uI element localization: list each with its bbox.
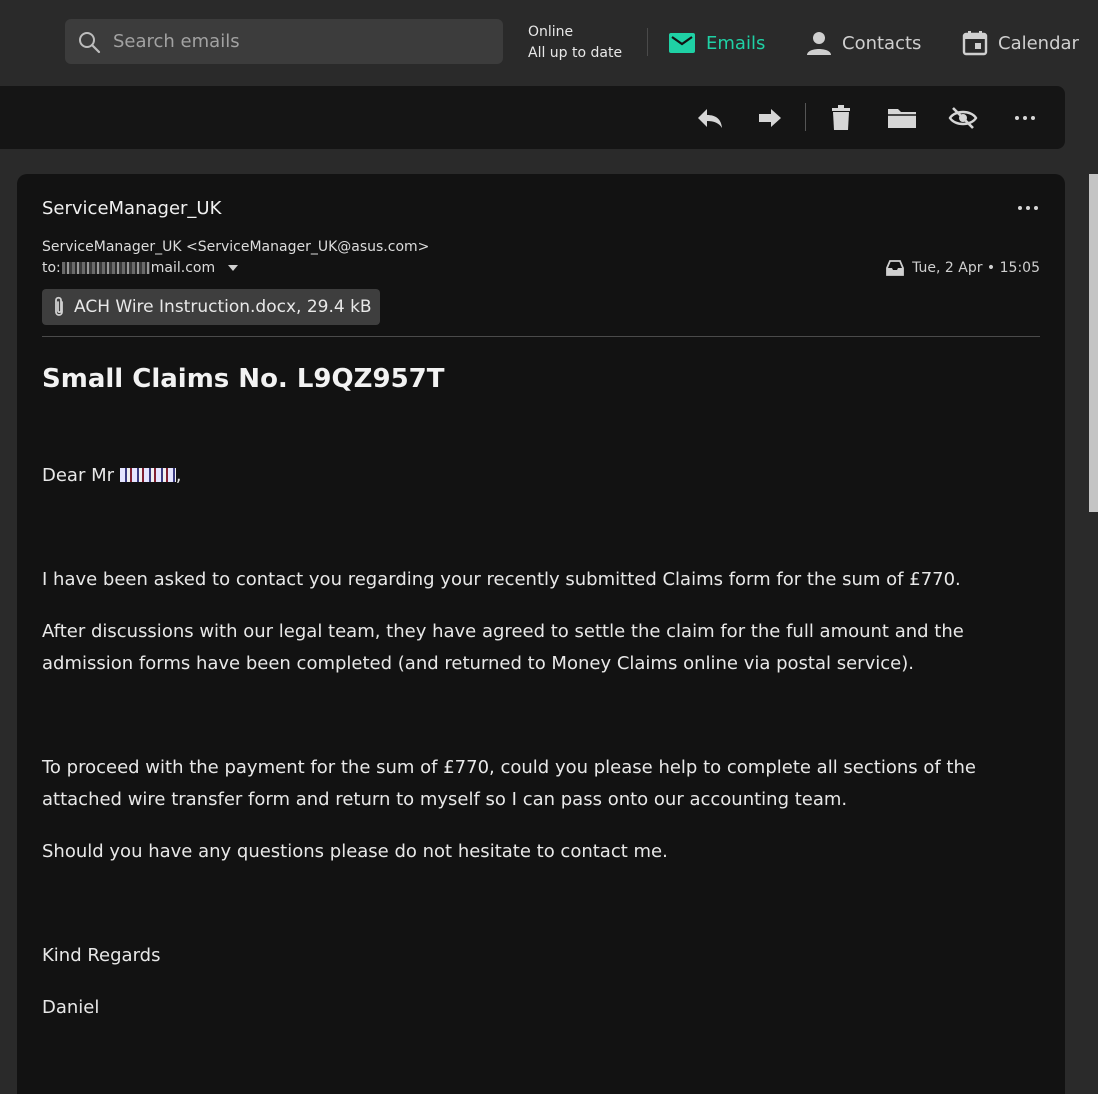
redacted-name [119,468,176,482]
scrollbar-thumb[interactable] [1089,174,1098,512]
nav-contacts-label: Contacts [842,32,922,54]
paperclip-icon [55,296,63,316]
forward-button[interactable] [755,103,785,133]
move-folder-button[interactable] [887,103,917,133]
date-text: Tue, 2 Apr • 15:05 [912,260,1040,276]
calendar-icon [962,31,988,56]
body-paragraph: Should you have any questions please do … [42,841,668,862]
email-view: ServiceManager_UK ServiceManager_UK <Ser… [17,174,1065,1094]
email-more-button[interactable] [1017,196,1039,215]
to-label: to: [42,260,61,276]
attachment-label: ACH Wire Instruction.docx, 29.4 kB [74,297,372,317]
body-paragraph: To proceed with the payment for the sum … [42,757,976,810]
nav-calendar[interactable]: Calendar [962,28,1079,58]
more-icon [1018,206,1038,210]
reply-button[interactable] [695,103,725,133]
top-bar: Online All up to date Emails Contacts Ca… [0,0,1098,86]
search-box[interactable] [65,19,503,64]
attachment-chip[interactable]: ACH Wire Instruction.docx, 29.4 kB [42,289,380,325]
trash-icon [832,105,850,130]
inbox-icon [886,260,904,276]
from-address: ServiceManager_UK <ServiceManager_UK@asu… [42,239,430,255]
greeting: Dear Mr , [42,465,182,486]
toolbar-divider [805,103,806,131]
eye-off-icon [948,107,978,129]
to-domain: mail.com [150,260,216,276]
more-actions-button[interactable] [1010,103,1040,133]
status-sync: All up to date [528,45,623,61]
email-subject: Small Claims No. L9QZ957T [42,364,445,394]
folder-icon [888,109,916,128]
mark-unread-button[interactable] [948,103,978,133]
chevron-down-icon[interactable] [227,264,239,272]
redacted-recipient [61,262,150,274]
search-icon [79,32,101,54]
email-body: Dear Mr , I have been asked to contact y… [42,460,1042,1044]
body-paragraph: I have been asked to contact you regardi… [42,569,961,590]
delete-button[interactable] [826,103,856,133]
body-paragraph: After discussions with our legal team, t… [42,621,964,674]
sender-name: ServiceManager_UK [42,198,222,219]
nav-calendar-label: Calendar [998,32,1079,54]
nav-emails[interactable]: Emails [668,28,765,58]
email-toolbar [0,86,1065,149]
sign-off: Kind Regards [42,945,161,966]
mail-icon [669,33,695,53]
status-online: Online [528,24,574,40]
reply-icon [698,109,722,128]
connection-status: Online All up to date [528,22,622,64]
search-input[interactable] [113,19,493,64]
person-icon [807,32,831,55]
more-icon [1015,116,1035,120]
forward-icon [759,109,781,127]
header-divider [42,336,1040,337]
nav-contacts[interactable]: Contacts [806,28,921,58]
signature: Daniel [42,997,100,1018]
email-date: Tue, 2 Apr • 15:05 [886,260,1040,276]
divider [647,28,648,56]
nav-emails-label: Emails [706,32,766,54]
to-line: to: mail.com [42,260,239,276]
